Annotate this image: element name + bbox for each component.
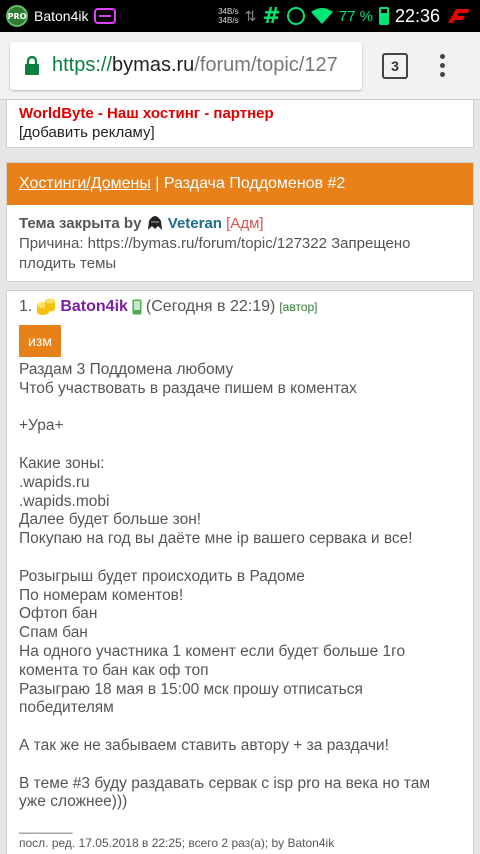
browser-toolbar: https://bymas.ru/forum/topic/127 3 <box>0 32 480 100</box>
post-body: Раздам 3 Поддомена любому Чтоб участвова… <box>19 361 431 811</box>
overflow-menu-button[interactable] <box>440 54 445 77</box>
moderator-role-badge: [Адм] <box>226 215 264 232</box>
coins-icon <box>37 298 56 315</box>
edit-button[interactable]: изм <box>19 325 61 357</box>
topic-closed-notice: Тема закрыта by Veteran [Адм] Причина: h… <box>7 205 473 282</box>
add-ad-link[interactable]: [добавить рекламу] <box>19 124 461 141</box>
topic-header: Хостинги/Домены | Раздача Поддоменов #2 <box>7 163 473 205</box>
topic-card: Хостинги/Домены | Раздача Поддоменов #2 … <box>6 162 474 282</box>
topic-title: Раздача Поддоменов #2 <box>163 175 346 192</box>
author-tag: [автор] <box>279 300 318 314</box>
notification-app-name: Baton4ik <box>34 8 89 24</box>
status-bar: PRO Baton4ik 34B/s 34B/s ⇅ # 77 % 22:36 <box>0 0 480 32</box>
menu-dot-icon <box>440 54 445 59</box>
post-card: 1. Baton4ik (Сегодня в 22:19) [автор] из… <box>6 290 474 854</box>
lock-icon <box>25 55 39 75</box>
breadcrumb-category-link[interactable]: Хостинги/Домены <box>19 175 151 193</box>
net-speed: 34B/s 34B/s <box>218 7 239 25</box>
battery-percent: 77 % <box>338 7 373 25</box>
hash-icon: # <box>262 3 281 29</box>
menu-dot-icon <box>440 63 445 68</box>
url-host: bymas.ru <box>112 54 195 76</box>
url-path: /forum/topic/127 <box>194 54 338 76</box>
pro-badge-icon: PRO <box>6 5 28 27</box>
post-header: 1. Baton4ik (Сегодня в 22:19) [автор] <box>19 295 461 319</box>
ad-link[interactable]: WorldByte - Наш хостинг - партнер <box>19 105 461 122</box>
url-scheme: https:// <box>52 54 113 76</box>
battery-icon <box>378 7 389 25</box>
gamepad-icon <box>94 8 117 24</box>
clock: 22:36 <box>394 5 440 26</box>
post-edit-info: посл. ред. 17.05.2018 в 22:25; всего 2 р… <box>19 836 335 851</box>
closed-label: Тема закрыта by <box>19 215 142 232</box>
mobile-phone-icon <box>132 299 142 315</box>
tab-switcher-button[interactable]: 3 <box>382 52 408 79</box>
moderator-username-link[interactable]: Veteran <box>168 215 222 232</box>
breadcrumb-separator: | <box>150 175 164 192</box>
wifi-icon <box>310 8 333 24</box>
ad-block: WorldByte - Наш хостинг - партнер [добав… <box>6 100 474 148</box>
menu-dot-icon <box>440 72 445 77</box>
darth-helmet-icon <box>147 216 162 230</box>
close-reason: Причина: https://bymas.ru/forum/topic/12… <box>19 235 411 272</box>
post-number: 1. <box>19 298 33 315</box>
post-time: (Сегодня в 22:19) <box>145 298 276 315</box>
post-separator: ________ <box>19 820 73 835</box>
post-author-link[interactable]: Baton4ik <box>60 298 128 316</box>
f1-logo-icon <box>448 9 470 23</box>
page-content: WorldByte - Наш хостинг - партнер [добав… <box>0 100 480 854</box>
alarm-icon <box>286 7 305 25</box>
data-arrows-icon: ⇅ <box>244 7 257 24</box>
address-bar[interactable]: https://bymas.ru/forum/topic/127 <box>10 41 362 90</box>
